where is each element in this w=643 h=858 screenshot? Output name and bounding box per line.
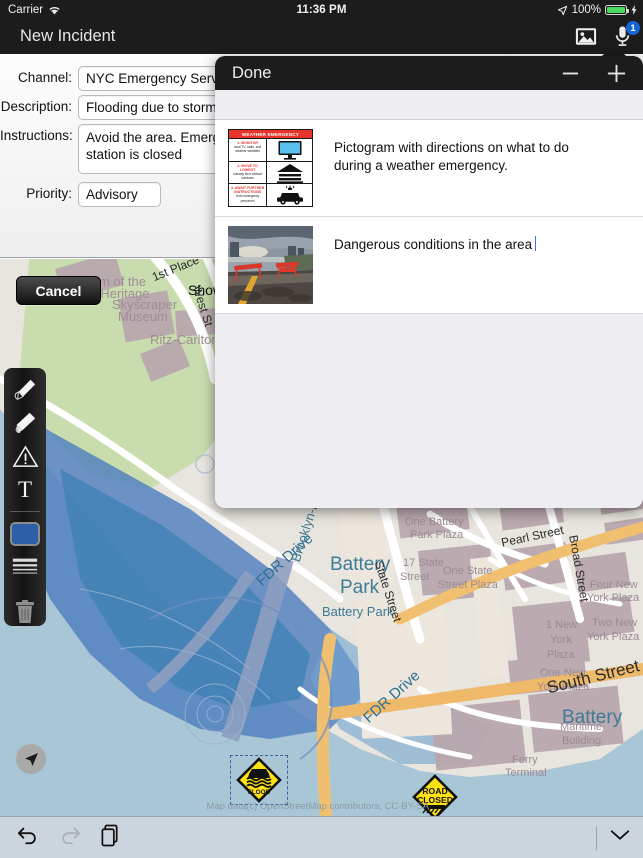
- step-3-num: 3. AWAIT FURTHER INSTRUCTIONS: [230, 186, 265, 195]
- attachment-caption-editing[interactable]: Dangerous conditions in the area: [313, 226, 581, 254]
- attachment-list: WEATHER EMERGENCY 1. MONITOR local TV, r…: [215, 120, 643, 314]
- undo-button[interactable]: [16, 824, 40, 851]
- mic-badge: 1: [626, 21, 640, 35]
- bottom-toolbar: [0, 816, 643, 858]
- weather-emergency-pictogram: WEATHER EMERGENCY 1. MONITOR local TV, r…: [228, 129, 313, 207]
- attachments-popover: Done WEATHER EMERGENCY 1. MONITOR local …: [215, 56, 643, 508]
- undo-arrow-icon: [17, 827, 36, 845]
- photo-library-button[interactable]: [573, 23, 599, 49]
- pictogram-step-2: 2. MOVE TO LOWEST subway floor without w…: [229, 160, 312, 184]
- drawing-tool-palette[interactable]: T: [4, 368, 46, 626]
- delete-tool[interactable]: [8, 599, 42, 626]
- tv-monitor-icon: [278, 140, 302, 160]
- house-icon: [276, 163, 303, 183]
- done-button[interactable]: Done: [232, 64, 271, 83]
- pen-icon: [14, 379, 36, 400]
- battery-percent-label: 100%: [571, 4, 601, 16]
- step-1-body: local TV, radio, and weather websites: [234, 145, 262, 154]
- charging-bolt-icon: [631, 5, 637, 15]
- step-2-num: 2. MOVE TO LOWEST: [237, 163, 258, 172]
- toolbar-separator: [596, 825, 597, 850]
- location-arrow-icon: [557, 5, 567, 15]
- plus-button[interactable]: [606, 63, 627, 84]
- redo-arrow-icon: [62, 827, 81, 845]
- description-label: Description:: [0, 99, 72, 114]
- police-car-icon: [276, 185, 303, 205]
- status-bar-right: 100%: [557, 4, 637, 16]
- pictogram-step-3: 3. AWAIT FURTHER INSTRUCTIONS from emerg…: [229, 183, 312, 207]
- trash-icon: [16, 600, 34, 624]
- attachment-thumbnail[interactable]: [228, 226, 313, 304]
- battery-full-icon: [605, 5, 629, 15]
- color-swatch-button[interactable]: [8, 520, 42, 547]
- redo-button[interactable]: [58, 824, 82, 851]
- pictogram-step-1: 1. MONITOR local TV, radio, and weather …: [229, 138, 312, 161]
- flood-marker[interactable]: FLOOD: [230, 755, 288, 805]
- warning-triangle-icon: [12, 445, 38, 467]
- form-row-priority: Priority: Advisory: [0, 182, 161, 207]
- duplicate-button[interactable]: [100, 824, 121, 852]
- text-t-icon: T: [17, 476, 33, 502]
- list-item[interactable]: WEATHER EMERGENCY 1. MONITOR local TV, r…: [215, 120, 643, 217]
- line-weight-icon: [12, 558, 38, 574]
- priority-input[interactable]: Advisory: [78, 182, 161, 207]
- palette-divider: [10, 511, 40, 513]
- pen-tool[interactable]: [8, 376, 42, 403]
- status-bar-time: 11:36 PM: [296, 4, 347, 16]
- locate-me-button[interactable]: [16, 744, 46, 774]
- popover-controls: [561, 63, 627, 84]
- locate-arrow-icon: [24, 752, 38, 766]
- channel-label: Channel:: [17, 70, 72, 85]
- line-width-tool[interactable]: [8, 553, 42, 580]
- duplicate-pages-icon: [101, 824, 118, 846]
- minus-button[interactable]: [561, 64, 580, 83]
- page-title: New Incident: [20, 27, 116, 45]
- highlighter-tool[interactable]: [8, 409, 42, 436]
- bottom-toolbar-right: [596, 825, 631, 850]
- priority-label: Priority:: [26, 186, 72, 201]
- instructions-label: Instructions:: [0, 128, 73, 143]
- pictogram-title: WEATHER EMERGENCY: [229, 130, 312, 138]
- flooded-road-barricade-photo: [228, 226, 313, 304]
- status-bar: Carrier 11:36 PM 100%: [0, 0, 643, 20]
- attachment-caption-text: Dangerous conditions in the area: [334, 237, 533, 252]
- text-tool[interactable]: T: [8, 476, 42, 503]
- popover-toolbar-band: [215, 90, 643, 120]
- color-swatch-icon: [10, 521, 40, 546]
- selection-handles[interactable]: [230, 755, 288, 805]
- list-item[interactable]: Dangerous conditions in the area: [215, 217, 643, 314]
- attachment-thumbnail[interactable]: WEATHER EMERGENCY 1. MONITOR local TV, r…: [228, 129, 313, 207]
- marker-icon: [15, 412, 36, 434]
- warning-symbol-tool[interactable]: [8, 443, 42, 470]
- nav-bar: New Incident 1: [0, 20, 643, 54]
- step-2-body: subway floor without windows: [233, 171, 263, 180]
- popover-header: Done: [215, 56, 643, 90]
- chevron-down-icon: [610, 830, 630, 840]
- attachment-caption[interactable]: Pictogram with directions on what to do …: [313, 129, 581, 175]
- bottom-toolbar-left: [0, 824, 121, 852]
- text-cursor: [535, 236, 537, 251]
- step-3-body: from emergency personnel: [236, 194, 260, 203]
- app-root: Museum of the Jewish Heritage Skyscraper Mu…: [0, 0, 643, 858]
- map-attribution: Map data(c) OpenStreetMap contributors, …: [206, 801, 429, 812]
- collapse-button[interactable]: [609, 828, 631, 847]
- cancel-button[interactable]: Cancel: [16, 276, 101, 305]
- photo-library-icon: [575, 27, 597, 45]
